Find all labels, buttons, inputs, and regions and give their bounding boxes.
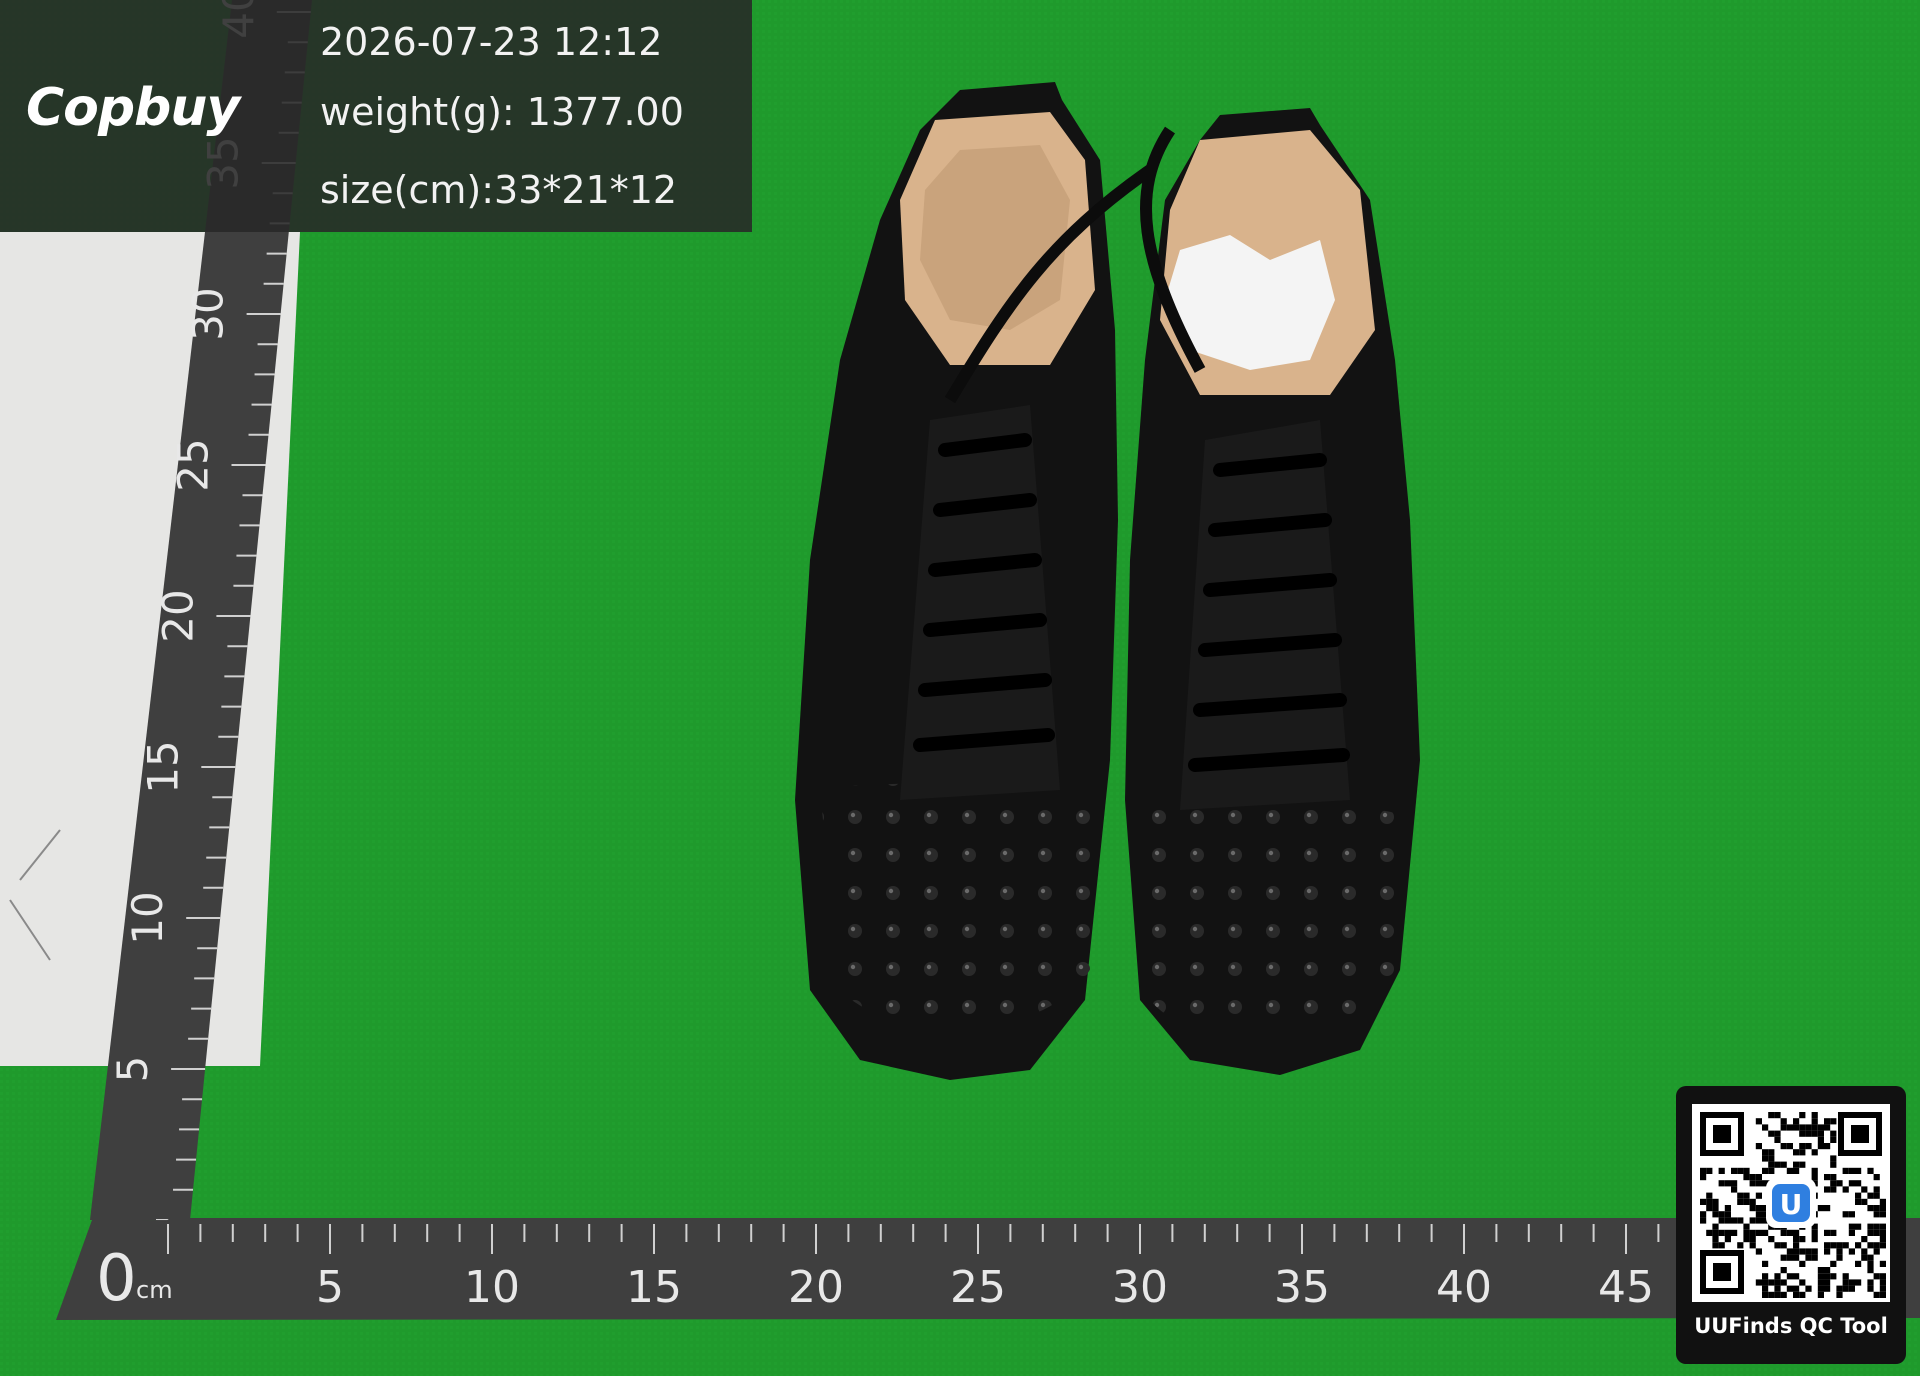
watermark-overlay: Copbuy 2026-07-23 12:12 weight(g): 1377.… — [0, 0, 752, 232]
qr-code-icon: U — [1692, 1104, 1890, 1302]
ruler-zero: 0 — [96, 1242, 137, 1316]
ruler-label-v-15: 15 — [138, 740, 187, 793]
ruler-label-v-25: 25 — [169, 438, 218, 491]
ruler-label-v-20: 20 — [153, 589, 202, 642]
photo-weight: weight(g): 1377.00 — [320, 90, 684, 134]
qr-badge-text: U — [1780, 1188, 1803, 1221]
qr-tool-label: UUFinds QC Tool — [1694, 1314, 1888, 1338]
ruler-label-v-5: 5 — [108, 1056, 157, 1083]
ruler-label-h-40: 40 — [1436, 1262, 1492, 1313]
ruler-label-h-20: 20 — [788, 1262, 844, 1313]
photo-size: size(cm):33*21*12 — [320, 168, 678, 212]
ruler-label-h-5: 5 — [316, 1262, 344, 1313]
ruler-label-h-15: 15 — [626, 1262, 682, 1313]
ruler-label-h-45: 45 — [1598, 1262, 1654, 1313]
ruler-label-h-10: 10 — [464, 1262, 520, 1313]
right-shoe — [1125, 108, 1420, 1075]
ruler-label-v-30: 30 — [184, 287, 233, 340]
ruler-label-h-25: 25 — [950, 1262, 1006, 1313]
copbuy-logo: Copbuy — [26, 78, 240, 138]
ruler-unit: cm — [136, 1276, 173, 1304]
qr-tool-panel: U UUFinds QC Tool — [1676, 1086, 1906, 1364]
ruler-label-h-30: 30 — [1112, 1262, 1168, 1313]
photo-date: 2026-07-23 12:12 — [320, 20, 663, 64]
ruler-label-h-35: 35 — [1274, 1262, 1330, 1313]
ruler-label-v-10: 10 — [123, 891, 172, 944]
